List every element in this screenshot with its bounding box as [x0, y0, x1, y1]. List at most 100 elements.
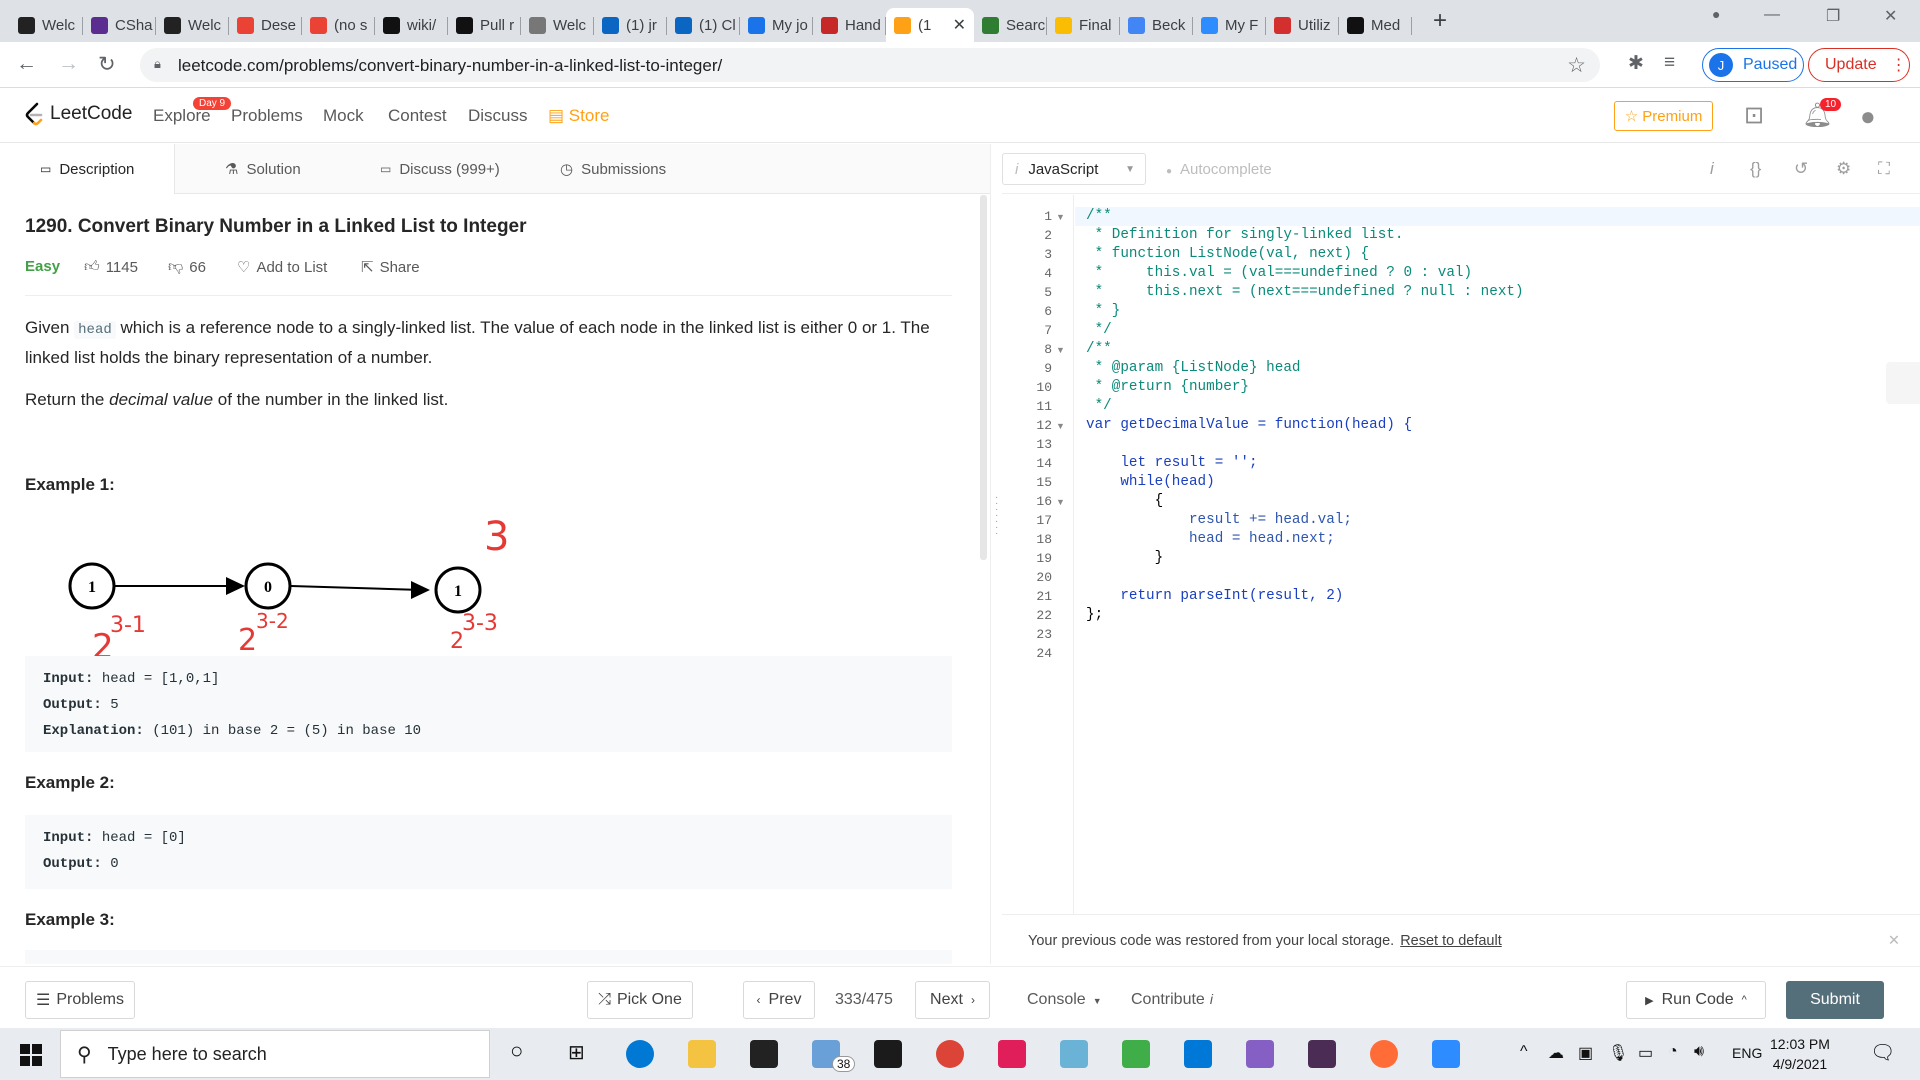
reset-icon[interactable]: ↺	[1794, 159, 1808, 179]
browser-tab[interactable]: (1 ✕	[886, 8, 974, 42]
browser-tab[interactable]: Pull r	[448, 8, 521, 42]
reload-icon[interactable]: ↻	[98, 52, 116, 77]
problems-list-button[interactable]: ☰ Problems	[25, 981, 135, 1019]
fold-arrow-icon[interactable]: ▼	[1056, 497, 1065, 507]
reading-list-icon[interactable]: ≡	[1664, 52, 1675, 74]
browser-tab[interactable]: Welc	[156, 8, 229, 42]
prev-button[interactable]: ‹ Prev	[743, 981, 815, 1019]
run-code-button[interactable]: ▶ Run Code ^	[1626, 981, 1766, 1019]
tab-description[interactable]: ▭ Description	[0, 144, 175, 194]
battery-icon[interactable]: ▭	[1638, 1043, 1653, 1063]
side-panel-tab[interactable]	[1886, 362, 1920, 404]
tab-submissions[interactable]: ◷ Submissions	[560, 144, 666, 194]
browser-tab[interactable]: My jo	[740, 8, 813, 42]
task-view-icon[interactable]: ⊞	[568, 1040, 585, 1065]
tab-solution[interactable]: ⚗︎ Solution	[225, 144, 301, 194]
panel-divider[interactable]	[990, 144, 1002, 964]
app-icon[interactable]	[1060, 1040, 1088, 1068]
input-language[interactable]: ENG	[1732, 1045, 1762, 1061]
nav-store[interactable]: ▤ Store	[548, 106, 609, 126]
nav-problems[interactable]: Problems	[231, 106, 303, 126]
tab-search-icon[interactable]: ●	[1712, 6, 1720, 22]
sticky-notes-icon[interactable]	[874, 1040, 902, 1068]
chevron-up-icon[interactable]: ^	[1520, 1043, 1528, 1061]
address-bar[interactable]: 🔒︎ leetcode.com/problems/convert-binary-…	[140, 48, 1600, 82]
browser-tab[interactable]: Dese	[229, 8, 302, 42]
back-icon[interactable]: ←	[16, 52, 37, 76]
vscode-icon[interactable]	[1184, 1040, 1212, 1068]
user-avatar-icon[interactable]: ●	[1860, 101, 1876, 132]
browser-tab[interactable]: Utiliz	[1266, 8, 1339, 42]
postman-icon[interactable]	[1370, 1040, 1398, 1068]
add-to-list-button[interactable]: ♡ Add to List	[237, 258, 327, 277]
store-icon[interactable]	[750, 1040, 778, 1068]
fullscreen-icon[interactable]: ⛶	[1878, 159, 1890, 179]
leetcode-logo[interactable]: LeetCode	[24, 102, 132, 126]
chrome-icon[interactable]	[936, 1040, 964, 1068]
fold-arrow-icon[interactable]: ▼	[1056, 345, 1065, 355]
windows-start-icon[interactable]	[20, 1044, 42, 1066]
nav-contest[interactable]: Contest	[388, 106, 447, 126]
fold-arrow-icon[interactable]: ▼	[1056, 212, 1065, 222]
taskbar-search-box[interactable]: ⚲ Type here to search	[60, 1030, 490, 1078]
browser-tab[interactable]: (1) Cl	[667, 8, 740, 42]
browser-tab[interactable]: My F	[1193, 8, 1266, 42]
close-tab-icon[interactable]: ✕	[953, 15, 966, 35]
nav-explore[interactable]: Explore	[153, 106, 211, 126]
playground-icon[interactable]: ⊡	[1744, 101, 1764, 130]
browser-tab[interactable]: (no s	[302, 8, 375, 42]
browser-tab[interactable]: Searc	[974, 8, 1047, 42]
browser-tab[interactable]: Welc	[10, 8, 83, 42]
browser-tab[interactable]: CSha	[83, 8, 156, 42]
wifi-icon[interactable]: ◔	[1668, 1043, 1678, 1061]
premium-button[interactable]: ☆ Premium	[1614, 101, 1713, 131]
tab-discuss[interactable]: ▭ Discuss (999+)	[380, 144, 500, 194]
pick-one-button[interactable]: ⤮ Pick One	[587, 981, 693, 1019]
browser-tab[interactable]: Welc	[521, 8, 594, 42]
microphone-icon[interactable]: 🎙︎	[1608, 1043, 1628, 1063]
notifications-icon[interactable]: 🗨︎	[1870, 1040, 1895, 1065]
extensions-icon[interactable]: ✱	[1628, 52, 1644, 75]
browser-tab[interactable]: (1) jr	[594, 8, 667, 42]
update-button[interactable]: Update ⋮	[1808, 48, 1910, 82]
like-button[interactable]: 👍︎ 1145	[84, 258, 138, 276]
description-scrollbar[interactable]	[980, 195, 987, 560]
format-braces-icon[interactable]: {}	[1750, 159, 1761, 179]
reset-to-default-link[interactable]: Reset to default	[1400, 933, 1502, 949]
file-explorer-icon[interactable]	[688, 1040, 716, 1068]
visual-studio-icon[interactable]	[1246, 1040, 1274, 1068]
slack-icon[interactable]	[998, 1040, 1026, 1068]
volume-icon[interactable]: 🔊︎	[1694, 1043, 1704, 1061]
new-tab-button[interactable]: +	[1426, 7, 1454, 35]
app-icon[interactable]	[1122, 1040, 1150, 1068]
close-window-icon[interactable]: ✕	[1884, 6, 1897, 26]
browser-tab[interactable]: wiki/	[375, 8, 448, 42]
share-button[interactable]: ⇱ Share	[361, 258, 420, 277]
minimize-icon[interactable]: —	[1764, 6, 1780, 24]
browser-tab[interactable]: Med	[1339, 8, 1412, 42]
zoom-icon[interactable]	[1432, 1040, 1460, 1068]
next-button[interactable]: Next ›	[915, 981, 990, 1019]
browser-tab[interactable]: Hand	[813, 8, 886, 42]
info-icon[interactable]: i	[1710, 159, 1714, 179]
nav-discuss[interactable]: Discuss	[468, 106, 528, 126]
drag-handle-icon[interactable]: · · · · · · ·	[995, 493, 998, 539]
contribute-button[interactable]: Contribute i	[1131, 991, 1213, 1009]
edge-icon[interactable]	[626, 1040, 654, 1068]
terminal-icon[interactable]	[1308, 1040, 1336, 1068]
fold-arrow-icon[interactable]: ▼	[1056, 421, 1065, 431]
close-icon[interactable]: ✕	[1888, 933, 1900, 949]
browser-tab[interactable]: Final	[1047, 8, 1120, 42]
console-button[interactable]: Console ▼	[1027, 991, 1102, 1009]
bookmark-star-icon[interactable]: ☆	[1567, 53, 1586, 78]
forward-icon[interactable]: →	[58, 52, 79, 76]
submit-button[interactable]: Submit	[1786, 981, 1884, 1019]
cortana-icon[interactable]: ○	[510, 1038, 523, 1064]
restore-window-icon[interactable]: ❐	[1826, 6, 1840, 26]
nav-mock[interactable]: Mock	[323, 106, 364, 126]
autocomplete-toggle[interactable]: ● Autocomplete	[1166, 161, 1272, 178]
language-select[interactable]: i JavaScript ▼	[1002, 153, 1146, 185]
settings-gear-icon[interactable]: ⚙	[1836, 159, 1851, 179]
profile-paused-button[interactable]: J Paused	[1702, 48, 1804, 82]
taskbar-clock[interactable]: 12:03 PM 4/9/2021	[1770, 1034, 1830, 1074]
